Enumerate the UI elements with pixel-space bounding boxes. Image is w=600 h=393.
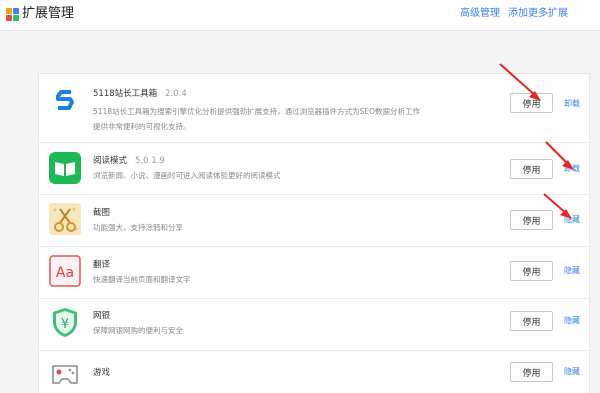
- hide-link[interactable]: 隐藏: [564, 265, 580, 277]
- extension-row-translate: Aa 翻译 快速翻译当前页面和翻译文字 停用 隐藏: [39, 247, 591, 299]
- disable-button[interactable]: 停用: [510, 362, 553, 382]
- 5118-s-logo-icon: [51, 86, 79, 114]
- description-line: 功能强大，支持涂鸦和分享: [93, 223, 183, 232]
- extension-description: 保障网银网购的便利与安全: [93, 323, 183, 338]
- uninstall-link[interactable]: 卸载: [564, 98, 580, 110]
- extension-name: 截图: [93, 208, 111, 218]
- advanced-manage-link[interactable]: 高级管理: [460, 7, 500, 21]
- disable-button[interactable]: 停用: [510, 311, 553, 331]
- description-line: 5118站长工具箱为搜索引擎优化分析提供强劲扩展支持，通过浏览器插件方式为SEO…: [93, 107, 420, 116]
- description-line: 快速翻译当前页面和翻译文字: [93, 275, 191, 284]
- extension-name-line: 翻译: [93, 259, 110, 271]
- extension-name-line: 5118站长工具箱 2.0.4: [93, 88, 187, 100]
- translate-aa-icon: Aa: [49, 255, 81, 287]
- header-bar: 扩展管理 高级管理 添加更多扩展: [0, 0, 600, 31]
- extension-description: 功能强大，支持涂鸦和分享: [93, 220, 183, 235]
- extension-name: 游戏: [93, 368, 111, 378]
- description-line: 提供非常便利的可视化支持。: [93, 122, 191, 131]
- extension-description: 浏览新闻、小说、漫画时可进入阅读体验更好的阅读模式: [93, 168, 281, 183]
- disable-button[interactable]: 停用: [510, 261, 553, 281]
- extension-list: 5118站长工具箱 2.0.4 5118站长工具箱为搜索引擎优化分析提供强劲扩展支…: [38, 73, 591, 393]
- extension-name-line: 游戏: [93, 367, 110, 379]
- extension-row-reader: 阅读模式 5.0.1.9 浏览新闻、小说、漫画时可进入阅读体验更好的阅读模式 停用…: [39, 143, 591, 195]
- uninstall-link[interactable]: 卸载: [564, 163, 580, 175]
- extension-description: 快速翻译当前页面和翻译文字: [93, 272, 191, 287]
- extension-name: 阅读模式: [93, 156, 128, 166]
- extension-row-banking: ¥ 网银 保障网银网购的便利与安全 停用 隐藏: [39, 299, 591, 351]
- open-book-icon: [49, 152, 81, 184]
- extension-name-line: 网银: [93, 310, 110, 322]
- svg-text:¥: ¥: [61, 317, 69, 332]
- add-more-extensions-link[interactable]: 添加更多扩展: [508, 7, 568, 21]
- extension-grid-icon: [6, 8, 19, 21]
- extension-name-line: 阅读模式 5.0.1.9: [93, 155, 165, 167]
- extension-row-5118: 5118站长工具箱 2.0.4 5118站长工具箱为搜索引擎优化分析提供强劲扩展支…: [39, 74, 591, 143]
- disable-button[interactable]: 停用: [510, 210, 553, 230]
- hide-link[interactable]: 隐藏: [564, 214, 580, 226]
- extension-version: 5.0.1.9: [135, 156, 165, 166]
- page-title: 扩展管理: [22, 6, 75, 21]
- hide-link[interactable]: 隐藏: [564, 366, 580, 378]
- extension-description: 5118站长工具箱为搜索引擎优化分析提供强劲扩展支持，通过浏览器插件方式为SEO…: [93, 104, 420, 134]
- hide-link[interactable]: 隐藏: [564, 315, 580, 327]
- description-line: 浏览新闻、小说、漫画时可进入阅读体验更好的阅读模式: [93, 171, 281, 180]
- extension-name: 翻译: [93, 260, 111, 270]
- extension-name: 网银: [93, 311, 111, 321]
- extension-name: 5118站长工具箱: [93, 89, 158, 99]
- description-line: 保障网银网购的便利与安全: [93, 326, 183, 335]
- extension-version: 2.0.4: [165, 89, 187, 99]
- extension-row-games: 游戏 停用 隐藏: [39, 351, 591, 393]
- yen-shield-icon: ¥: [53, 308, 77, 337]
- gamepad-icon: [52, 365, 78, 384]
- extension-row-screenshot: 截图 功能强大，支持涂鸦和分享 停用 隐藏: [39, 195, 591, 247]
- scissors-icon: [49, 203, 81, 235]
- svg-text:Aa: Aa: [56, 265, 74, 281]
- disable-button[interactable]: 停用: [510, 159, 553, 179]
- disable-button[interactable]: 停用: [510, 93, 553, 113]
- extension-name-line: 截图: [93, 207, 110, 219]
